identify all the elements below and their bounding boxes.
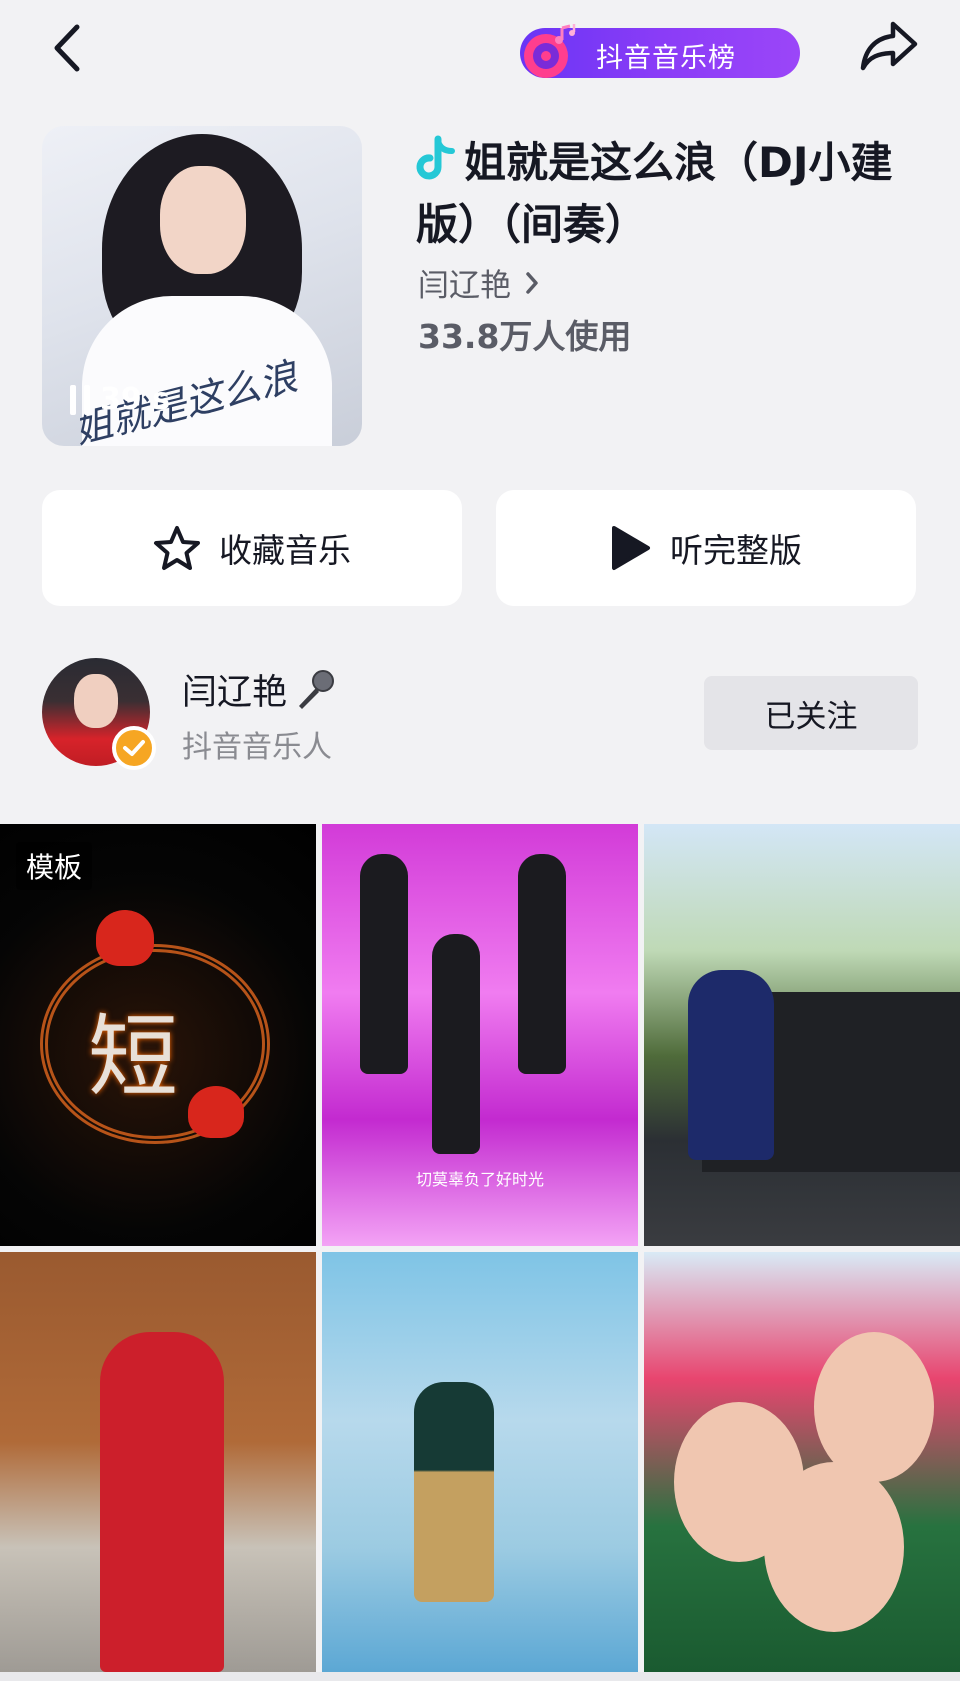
video-tile[interactable]: 短 模板 <box>0 824 316 1246</box>
star-icon <box>154 526 200 570</box>
preview-duration: 39 s <box>100 382 171 417</box>
face-image <box>764 1462 904 1632</box>
artist-avatar[interactable] <box>42 658 156 770</box>
top-bar: 抖音音乐榜 <box>0 0 960 100</box>
face-image <box>814 1332 934 1482</box>
template-tag: 模板 <box>16 842 93 890</box>
music-chart-label: 抖音音乐榜 <box>596 43 736 74</box>
rose-image <box>96 910 154 966</box>
preview-play-control[interactable]: 39 s <box>70 382 170 417</box>
rose-image <box>188 1086 244 1138</box>
song-title-text: 姐就是这么浪（DJ小建版）（间奏） <box>416 138 893 249</box>
artist-role: 抖音音乐人 <box>182 730 332 765</box>
person-figure <box>414 1382 494 1602</box>
chevron-left-icon <box>54 24 80 72</box>
back-button[interactable] <box>36 18 96 78</box>
video-tile[interactable]: 切莫辜负了好时光 <box>322 824 638 1246</box>
microphone-icon <box>299 669 335 709</box>
dancer-figure <box>518 854 566 1074</box>
pause-icon <box>70 384 90 415</box>
person-figure <box>688 970 774 1160</box>
artist-name[interactable]: 闫辽艳 <box>182 664 337 715</box>
tiktok-note-icon <box>416 135 455 180</box>
share-arrow-icon <box>860 21 918 71</box>
bottom-edge <box>0 1672 960 1681</box>
artist-link-text: 闫辽艳 <box>418 268 511 304</box>
full-version-label: 听完整版 <box>670 531 802 570</box>
play-icon <box>612 526 650 570</box>
artist-link[interactable]: 闫辽艳 <box>418 260 539 305</box>
person-figure <box>100 1332 224 1672</box>
dancer-figure <box>360 854 408 1074</box>
full-version-button[interactable]: 听完整版 <box>496 490 916 606</box>
video-tile[interactable] <box>644 1252 960 1674</box>
favorite-music-label: 收藏音乐 <box>219 531 351 570</box>
favorite-music-button[interactable]: 收藏音乐 <box>42 490 462 606</box>
follow-button[interactable]: 已关注 <box>704 676 918 750</box>
dancer-figure <box>432 934 480 1154</box>
share-button[interactable] <box>856 16 922 76</box>
tile-glyph: 短 <box>88 1005 178 1110</box>
video-caption: 切莫辜负了好时光 <box>415 1170 544 1189</box>
chevron-right-icon <box>526 271 538 294</box>
song-title: 姐就是这么浪（DJ小建版）（间奏） <box>416 132 936 256</box>
music-chart-button[interactable]: 抖音音乐榜 <box>520 24 800 78</box>
video-tile[interactable] <box>644 824 960 1246</box>
album-cover[interactable]: 姐就是这么浪 39 s <box>42 126 362 446</box>
cover-portrait-face <box>160 166 246 274</box>
video-tile[interactable] <box>322 1252 638 1674</box>
video-tile[interactable] <box>0 1252 316 1674</box>
usage-count: 33.8万人使用 <box>418 317 632 356</box>
music-disc-icon <box>524 24 576 78</box>
verified-badge-icon <box>112 726 156 770</box>
artist-name-text: 闫辽艳 <box>182 673 288 713</box>
